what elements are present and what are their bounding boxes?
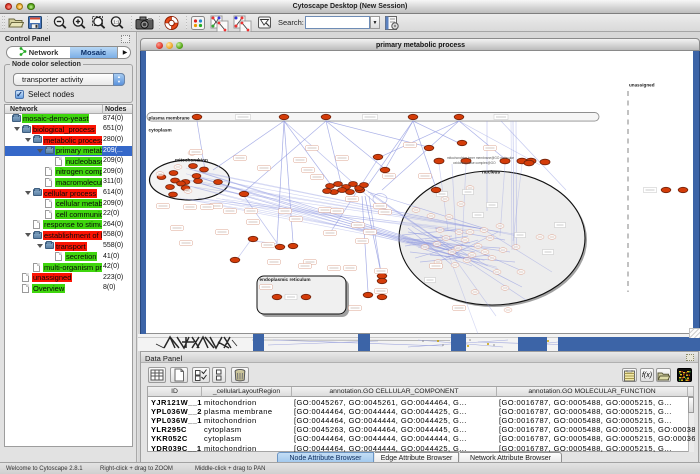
- svg-text:cytoplasm: cytoplasm: [149, 127, 172, 132]
- svg-text:1:1: 1:1: [113, 19, 120, 24]
- svg-text:mitochondrion inner membrane@G: mitochondrion inner membrane@GO molecula…: [447, 156, 515, 160]
- svg-text:endoplasmic reticulum: endoplasmic reticulum: [260, 277, 311, 282]
- svg-text:unassigned: unassigned: [629, 83, 655, 88]
- svg-text:oxidoreductase complex@GO: oxidoreductase complex@GO: [453, 161, 496, 165]
- svg-text:nucleus: nucleus: [482, 170, 500, 176]
- svg-text:mitochondrion: mitochondrion: [175, 158, 208, 163]
- svg-text:plasma membrane: plasma membrane: [149, 115, 191, 120]
